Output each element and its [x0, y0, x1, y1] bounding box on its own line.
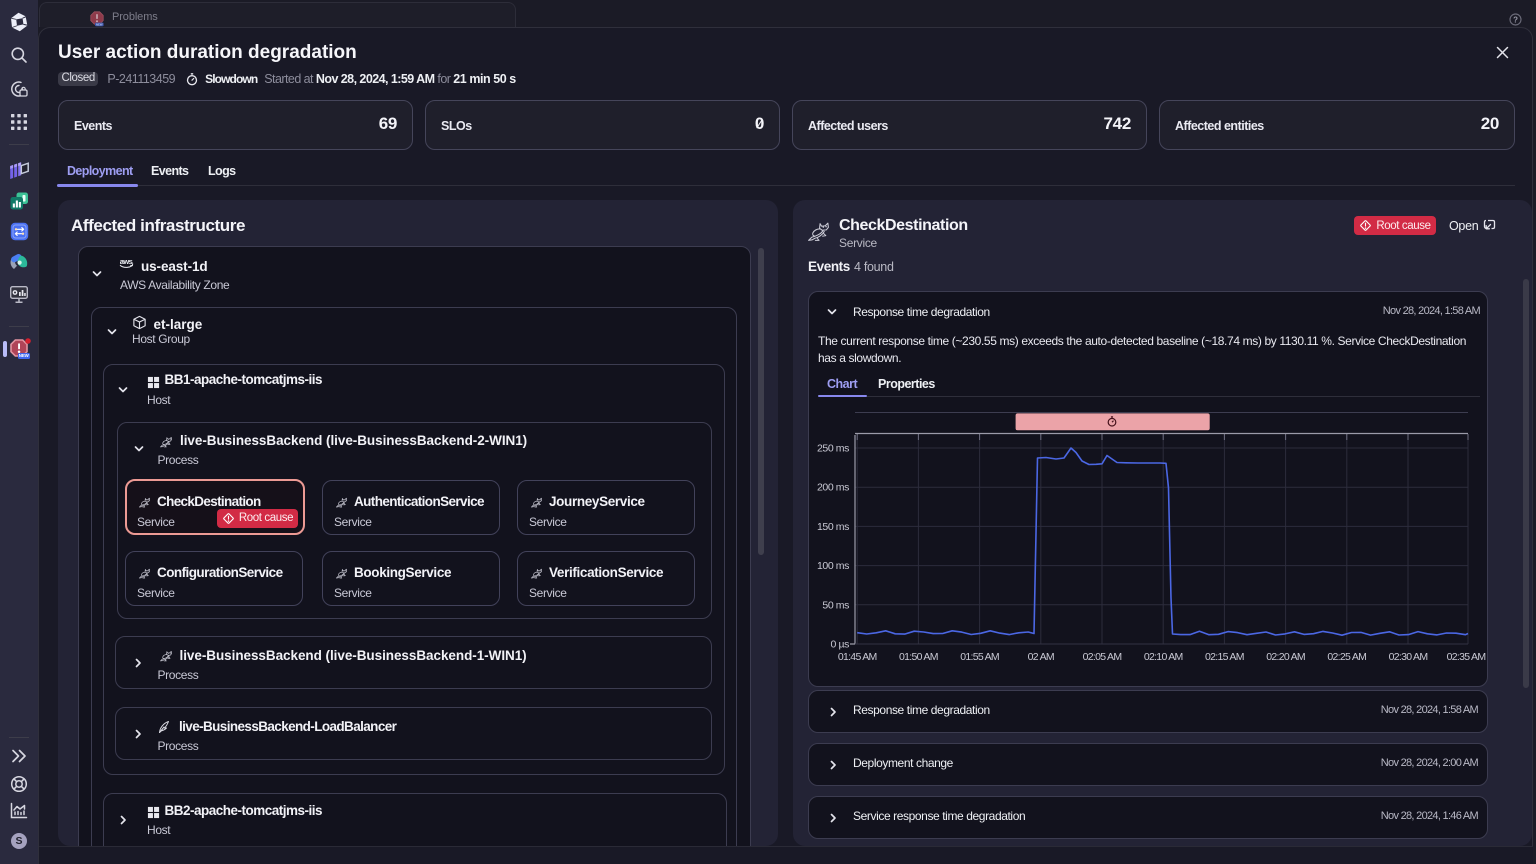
svg-text:02:20 AM: 02:20 AM — [1266, 651, 1305, 663]
svg-text:02:30 AM: 02:30 AM — [1389, 651, 1428, 663]
svg-text:02:35 AM: 02:35 AM — [1447, 651, 1486, 663]
svg-text:01:55 AM: 01:55 AM — [960, 651, 999, 663]
svg-text:50 ms: 50 ms — [822, 599, 849, 611]
svg-text:200 ms: 200 ms — [817, 482, 849, 494]
svg-text:02:05 AM: 02:05 AM — [1083, 651, 1122, 663]
svg-text:NEW: NEW — [96, 23, 103, 27]
svg-text:02:10 AM: 02:10 AM — [1144, 651, 1183, 663]
svg-text:01:50 AM: 01:50 AM — [899, 651, 938, 663]
svg-text:02 AM: 02 AM — [1028, 651, 1054, 663]
svg-text:01:45 AM: 01:45 AM — [838, 651, 877, 663]
svg-text:?: ? — [1513, 15, 1518, 24]
svg-text:100 ms: 100 ms — [817, 560, 849, 572]
svg-text:150 ms: 150 ms — [817, 521, 849, 533]
svg-text:250 ms: 250 ms — [817, 443, 849, 455]
svg-text:0 µs: 0 µs — [831, 639, 850, 651]
svg-text:02:15 AM: 02:15 AM — [1205, 651, 1244, 663]
svg-text:02:25 AM: 02:25 AM — [1327, 651, 1366, 663]
